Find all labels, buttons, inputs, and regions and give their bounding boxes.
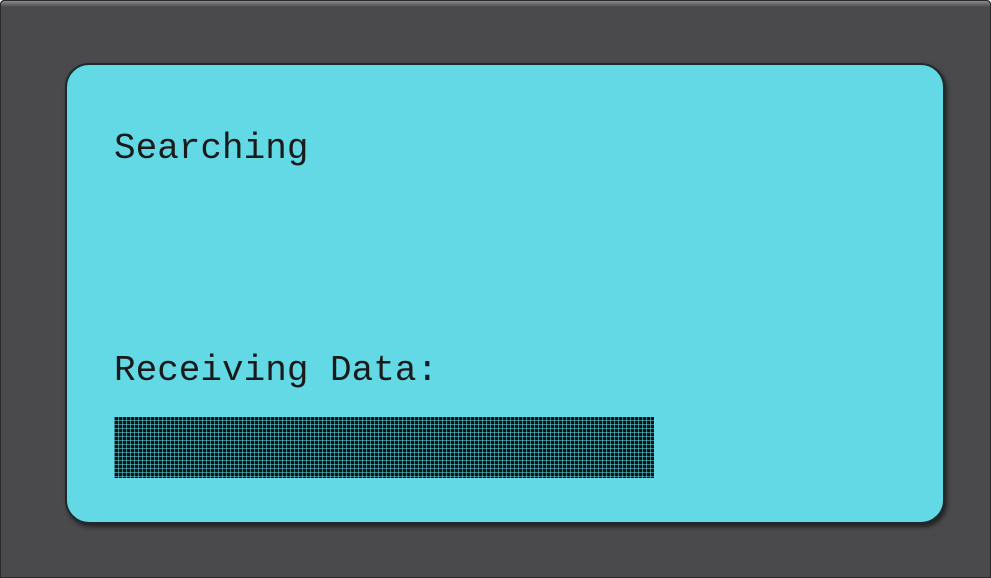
lcd-screen: Searching Receiving Data: [65,63,945,524]
progress-label: Receiving Data: [114,350,439,391]
progress-fill [114,417,654,478]
status-text: Searching [114,128,309,169]
device-bezel: Searching Receiving Data: [0,0,991,578]
progress-bar [114,417,654,478]
